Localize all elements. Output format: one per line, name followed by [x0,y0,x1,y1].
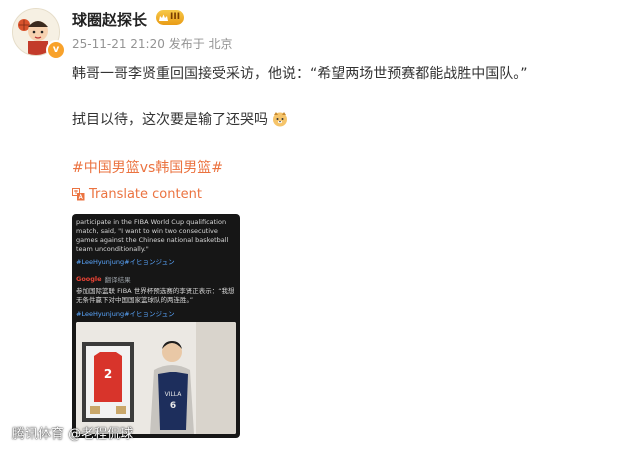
topic-hashtag[interactable]: #中国男篮vs韩国男篮# [72,157,223,177]
image-watermark: 腾讯体育 @老程侃球 [12,427,134,442]
google-label: Google [76,275,102,283]
svg-text:6: 6 [170,401,176,411]
photo-scene: 2 VILLA 6 [76,322,236,434]
translate-icon [72,188,85,201]
google-translate-label: Google 翻译结果 [76,274,131,284]
post-location: 发布于 北京 [168,37,233,51]
player-photo-illustration: 2 VILLA 6 [76,322,236,434]
level-text: III [170,12,181,22]
verified-badge-icon: v [46,40,66,60]
crown-icon [159,14,168,21]
post-text-line2-wrap: 拭目以待，这次要是输了还哭吗 [72,109,288,129]
post-image[interactable]: participate in the FIBA World Cup qualif… [72,214,240,438]
post-text-line2: 拭目以待，这次要是输了还哭吗 [72,112,268,128]
google-sub: 翻译结果 [104,276,131,284]
translate-button[interactable]: Translate content [72,187,202,202]
author-name[interactable]: 球圈赵探长 [72,9,147,30]
post-meta: 25-11-21 21:20 发布于 北京 [72,35,233,52]
red-jersey-number: 2 [104,367,112,381]
post-text-line1: 韩哥一哥李贤重回国接受采访，他说：“希望两场世预赛都能战胜中国队。” [72,66,528,82]
image-chinese-caption: 参加国际篮联 FIBA 世界杯预选赛的李贤正表示：“我想无条件赢下对中国国家篮球… [76,287,235,304]
image-tag-1: #LeeHyunjung#イヒョンジュン [76,258,175,266]
image-tag-2: #LeeHyunjung#イヒョンジュン [76,310,175,318]
translate-label: Translate content [89,187,202,202]
dog-emoji-icon [273,112,288,127]
level-badge: III [156,10,185,25]
image-english-caption: participate in the FIBA World Cup qualif… [76,218,229,253]
post-timestamp: 25-11-21 21:20 [72,37,165,51]
svg-text:VILLA: VILLA [165,391,183,398]
